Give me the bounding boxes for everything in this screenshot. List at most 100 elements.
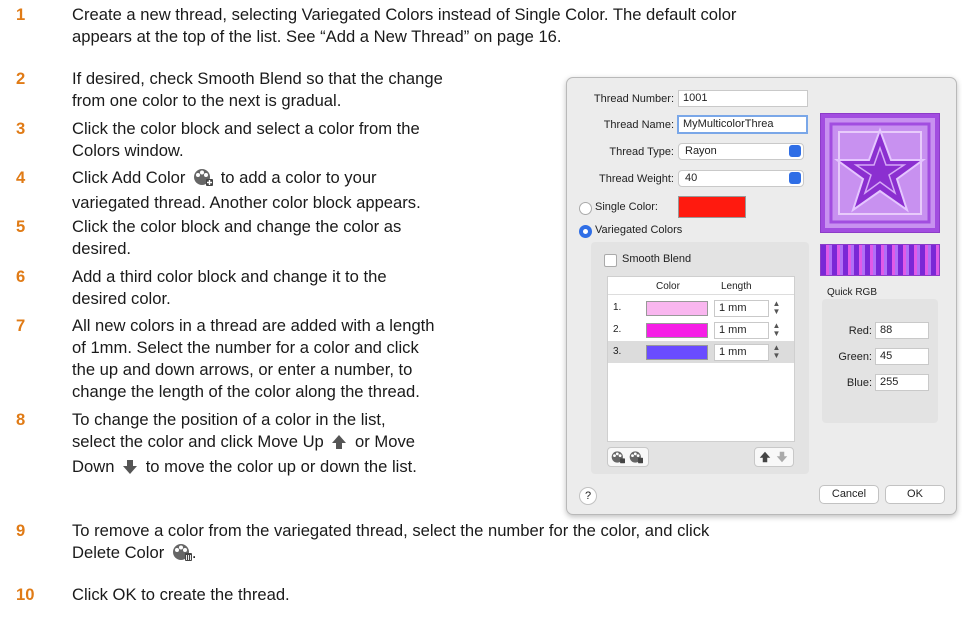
step-line: Colors window. [72,141,184,160]
length-field[interactable]: 1 mm [714,344,769,361]
step-line: All new colors in a thread are added wit… [72,316,435,335]
move-down-icon[interactable] [776,451,788,463]
step-line: To change the position of a color in the… [72,410,386,429]
cancel-button[interactable]: Cancel [819,485,879,504]
thread-name-field[interactable]: MyMulticolorThrea [677,115,808,134]
step-text: Add a third color block and change it to… [72,266,387,310]
blue-label: Blue: [846,377,872,389]
length-stepper[interactable]: ▲ ▼ [772,300,781,316]
color-block[interactable] [646,323,708,338]
red-field[interactable]: 88 [875,322,929,339]
thread-weight-label: Thread Weight: [598,173,674,185]
color-block[interactable] [646,345,708,360]
length-field[interactable]: 1 mm [714,300,769,317]
step-line: the up and down arrows, or enter a numbe… [72,360,413,379]
step-text: Click Add Color to add a color to your v… [72,167,421,214]
step-line: from one color to the next is gradual. [72,91,342,110]
move-up-icon[interactable] [759,451,771,463]
step-line: If desired, check Smooth Blend so that t… [72,69,443,88]
step-line: To remove a color from the variegated th… [72,521,710,540]
thread-preview [820,113,940,233]
step-line: Click the color block and change the col… [72,217,402,236]
green-field[interactable]: 45 [875,348,929,365]
step-line: to add a color to your [220,168,377,187]
step-number: 7 [16,316,26,335]
step-number: 8 [16,410,26,429]
thread-weight-select[interactable]: 40 [678,170,804,187]
step-line: appears at the top of the list. See “Add… [72,27,562,46]
move-down-icon [122,459,138,481]
table-row[interactable]: 3. 1 mm ▲ ▼ [608,341,794,363]
step-text: Click the color block and select a color… [72,118,420,162]
single-color-swatch[interactable] [678,196,746,218]
blue-field[interactable]: 255 [875,374,929,391]
thread-type-label: Thread Type: [609,146,674,158]
smooth-blend-checkbox[interactable] [604,254,617,267]
table-row[interactable]: 1. 1 mm ▲ ▼ [608,297,794,319]
add-color-icon[interactable] [611,450,625,464]
variegated-colors-radio[interactable] [579,225,592,238]
thread-strip-preview [820,244,940,276]
thread-dialog: Thread Number: 1001 Thread Name: MyMulti… [566,77,957,515]
step-text: To remove a color from the variegated th… [72,520,709,567]
move-buttons-group [754,447,794,467]
step-line: Create a new thread, selecting Variegate… [72,5,737,24]
step-text: If desired, check Smooth Blend so that t… [72,68,443,112]
delete-color-icon[interactable] [629,450,643,464]
step-number: 3 [16,119,26,138]
step-number: 9 [16,521,26,540]
step-text: Create a new thread, selecting Variegate… [72,4,736,48]
color-table: Color Length 1. 1 mm ▲ ▼ 2. 1 mm ▲ ▼ 3. 1 … [607,276,795,442]
red-label: Red: [848,325,872,337]
ok-button[interactable]: OK [885,485,945,504]
step-line: Add a third color block and change it to… [72,267,387,286]
step-text: Click OK to create the thread. [72,584,290,606]
move-up-icon [331,434,347,456]
delete-color-icon [172,543,192,567]
thread-type-value: Rayon [685,145,717,157]
chevron-updown-icon [789,172,801,184]
star-preview-icon [825,118,935,228]
step-line: change the length of the color along the… [72,382,420,401]
step-line: desired. [72,239,132,258]
length-stepper[interactable]: ▲ ▼ [772,344,781,360]
column-header-color: Color [656,281,680,292]
step-line: Delete Color [72,543,165,562]
length-field[interactable]: 1 mm [714,322,769,339]
quick-rgb-panel: Red: 88 Green: 45 Blue: 255 [822,299,938,423]
row-index: 2. [613,324,622,335]
step-line: of 1mm. Select the number for a color an… [72,338,419,357]
variegated-panel: Smooth Blend Color Length 1. 1 mm ▲ ▼ 2. … [591,242,809,474]
step-number: 5 [16,217,26,236]
thread-number-field[interactable]: 1001 [678,90,808,107]
thread-number-label: Thread Number: [593,93,674,105]
step-line: or Move [355,432,415,451]
step-number: 6 [16,267,26,286]
step-text: Click the color block and change the col… [72,216,401,260]
variegated-colors-label: Variegated Colors [595,224,683,236]
row-index: 3. [613,346,622,357]
step-number: 1 [16,5,26,24]
step-line: Click the color block and select a color… [72,119,420,138]
step-line: Down [72,457,115,476]
color-block[interactable] [646,301,708,316]
single-color-label: Single Color: [595,201,658,213]
table-row[interactable]: 2. 1 mm ▲ ▼ [608,319,794,341]
step-number: 10 [16,585,35,604]
step-line: desired color. [72,289,171,308]
step-line: Click OK to create the thread. [72,585,290,604]
step-text: To change the position of a color in the… [72,409,417,481]
length-stepper[interactable]: ▲ ▼ [772,322,781,338]
step-number: 2 [16,69,26,88]
thread-weight-value: 40 [685,172,698,184]
thread-type-select[interactable]: Rayon [678,143,804,160]
step-text: All new colors in a thread are added wit… [72,315,435,403]
quick-rgb-label: Quick RGB [827,287,878,298]
add-color-icon [193,168,214,192]
step-line: to move the color up or down the list. [145,457,417,476]
single-color-radio[interactable] [579,202,592,215]
help-button[interactable]: ? [579,487,597,505]
step-line: select the color and click Move Up [72,432,324,451]
thread-name-label: Thread Name: [603,119,674,131]
step-line: . [191,543,197,562]
